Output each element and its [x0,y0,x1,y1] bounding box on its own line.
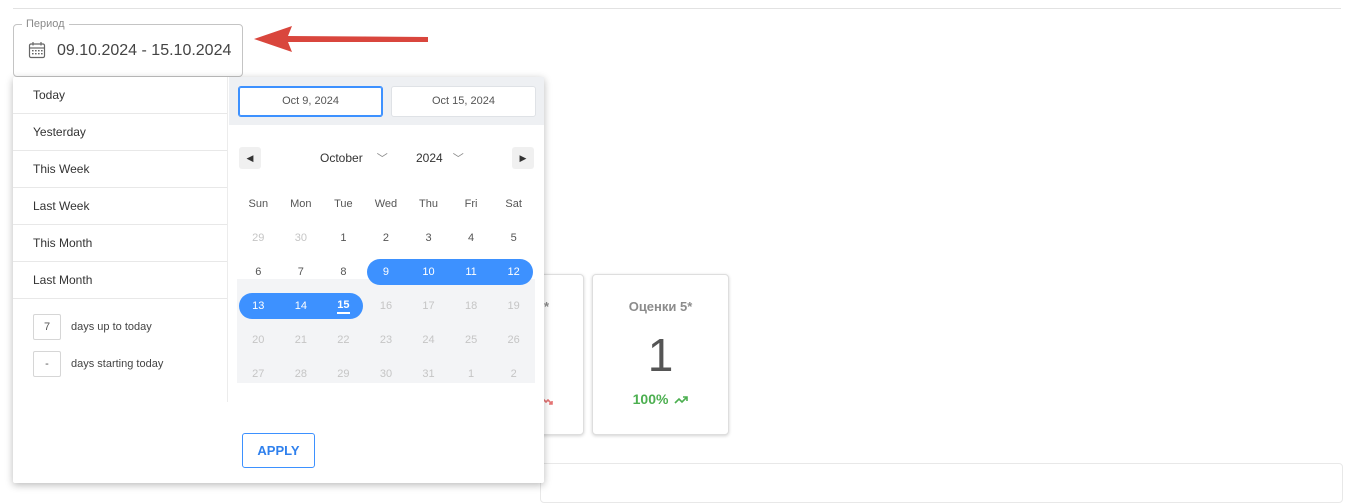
kpi-title: * [543,299,549,314]
weekday-label: Mon [290,198,312,210]
weekday-label: Tue [334,198,353,210]
year-select[interactable]: 2024 ﹀ [416,149,464,168]
week-row: 6 7 8 9 10 11 12 [237,255,535,289]
chevron-down-icon: ﹀ [376,153,388,165]
next-month-button[interactable]: ▶ [512,147,534,169]
kpi-value: 1 [647,329,674,381]
kpi-delta-text: 100% [632,391,669,407]
week-row: 29 30 1 2 3 4 5 [237,221,535,255]
kpi-title: Оценки 5* [628,299,693,314]
period-field[interactable]: Период 09.10.2024 - 15.10.2024 [13,17,243,77]
day-cell[interactable]: 8 [322,255,365,289]
weekday-label: Sun [248,198,269,210]
prev-month-button[interactable]: ◀ [239,147,261,169]
day-cell[interactable]: 1 [322,221,365,255]
annotation-arrow-icon [254,26,428,52]
week-row: 20 21 22 23 24 25 26 [237,323,535,357]
date-range-popup: Today Yesterday This Week Last Week This… [13,77,544,483]
day-cell-disabled: 24 [422,334,435,346]
triangle-right-icon: ▶ [519,153,527,163]
day-cell-selected[interactable]: 14 [280,289,323,323]
day-cell-disabled: 21 [294,334,307,346]
day-cell-selected[interactable]: 10 [407,255,450,289]
day-cell[interactable]: 4 [450,221,493,255]
chevron-down-icon: ﹀ [452,153,464,165]
content-panel [540,463,1343,503]
day-cell-disabled: 26 [507,334,520,346]
day-cell-disabled: 30 [379,368,393,380]
kpi-delta: 100% [593,391,728,407]
weekday-label: Thu [419,198,439,210]
day-cell-disabled: 28 [294,368,307,380]
day-cell[interactable]: 6 [237,255,280,289]
range-yesterday[interactable]: Yesterday [13,114,227,151]
day-cell[interactable]: 2 [365,221,408,255]
month-select[interactable]: October ﹀ [320,149,388,168]
apply-button[interactable]: APPLY [242,433,315,468]
weekday-label: Wed [374,198,398,210]
range-last-month[interactable]: Last Month [13,262,227,299]
weekday-label: Sat [505,198,522,210]
year-value: 2024 [416,151,443,165]
days-starting-today-label: days starting today [71,358,164,370]
day-cell-disabled: 2 [510,368,517,380]
day-cell-disabled: 17 [422,300,435,312]
day-cell-selected[interactable]: 11 [450,255,493,289]
day-cell-selected[interactable]: 12 [492,255,535,289]
calendar: Oct 9, 2024 Oct 15, 2024 ◀ October ﹀ 2024… [229,77,544,402]
day-cell-disabled: 27 [252,368,265,380]
day-cell[interactable]: 7 [280,255,323,289]
range-this-month[interactable]: This Month [13,225,227,262]
period-label: Период [22,17,69,31]
days-up-to-today-input[interactable]: 7 [33,314,61,340]
kpi-card: Оценки 5* 1 100% [592,274,729,435]
day-cell[interactable]: 5 [492,221,535,255]
today-label: 15 [337,299,350,314]
range-this-week[interactable]: This Week [13,151,227,188]
days-up-to-today-label: days up to today [71,321,152,333]
start-date-field[interactable]: Oct 9, 2024 [238,86,383,117]
static-ranges: Today Yesterday This Week Last Week This… [13,77,228,402]
top-divider [13,8,1341,9]
days-starting-today-input[interactable]: - [33,351,61,377]
day-cell-disabled: 25 [464,334,478,346]
end-date-field[interactable]: Oct 15, 2024 [391,86,536,117]
day-cell-disabled: 22 [337,334,350,346]
day-cell-selected[interactable]: 13 [237,289,280,323]
trend-up-icon [674,396,689,404]
weekday-label: Fri [464,198,478,210]
triangle-left-icon: ◀ [246,153,254,163]
day-cell[interactable]: 29 [237,221,280,255]
day-cell-disabled: 23 [379,334,393,346]
weekday-header: Sun Mon Tue Wed Thu Fri Sat [237,187,535,221]
day-cell-disabled: 16 [379,300,393,312]
day-cell-disabled: 1 [468,368,475,380]
day-cell-disabled: 29 [337,368,350,380]
range-last-week[interactable]: Last Week [13,188,227,225]
day-cell-disabled: 19 [507,300,520,312]
date-display: Oct 9, 2024 Oct 15, 2024 [229,77,544,125]
range-today[interactable]: Today [13,77,227,114]
month-value: October [320,151,363,165]
day-cell-today[interactable]: 15 [322,289,365,323]
period-value: 09.10.2024 - 15.10.2024 [57,42,232,59]
week-row: 27 28 29 30 31 1 2 [237,357,535,391]
day-cell[interactable]: 3 [407,221,450,255]
calendar-icon [28,42,46,59]
week-row: 13 14 15 16 17 18 19 [237,289,535,323]
day-cell-disabled: 31 [422,368,435,380]
day-cell-disabled: 20 [252,334,265,346]
day-cell[interactable]: 30 [280,221,323,255]
day-cell-selected[interactable]: 9 [365,255,408,289]
calendar-grid: Sun Mon Tue Wed Thu Fri Sat 29 30 1 2 3 … [237,187,535,391]
day-cell-disabled: 18 [464,300,478,312]
